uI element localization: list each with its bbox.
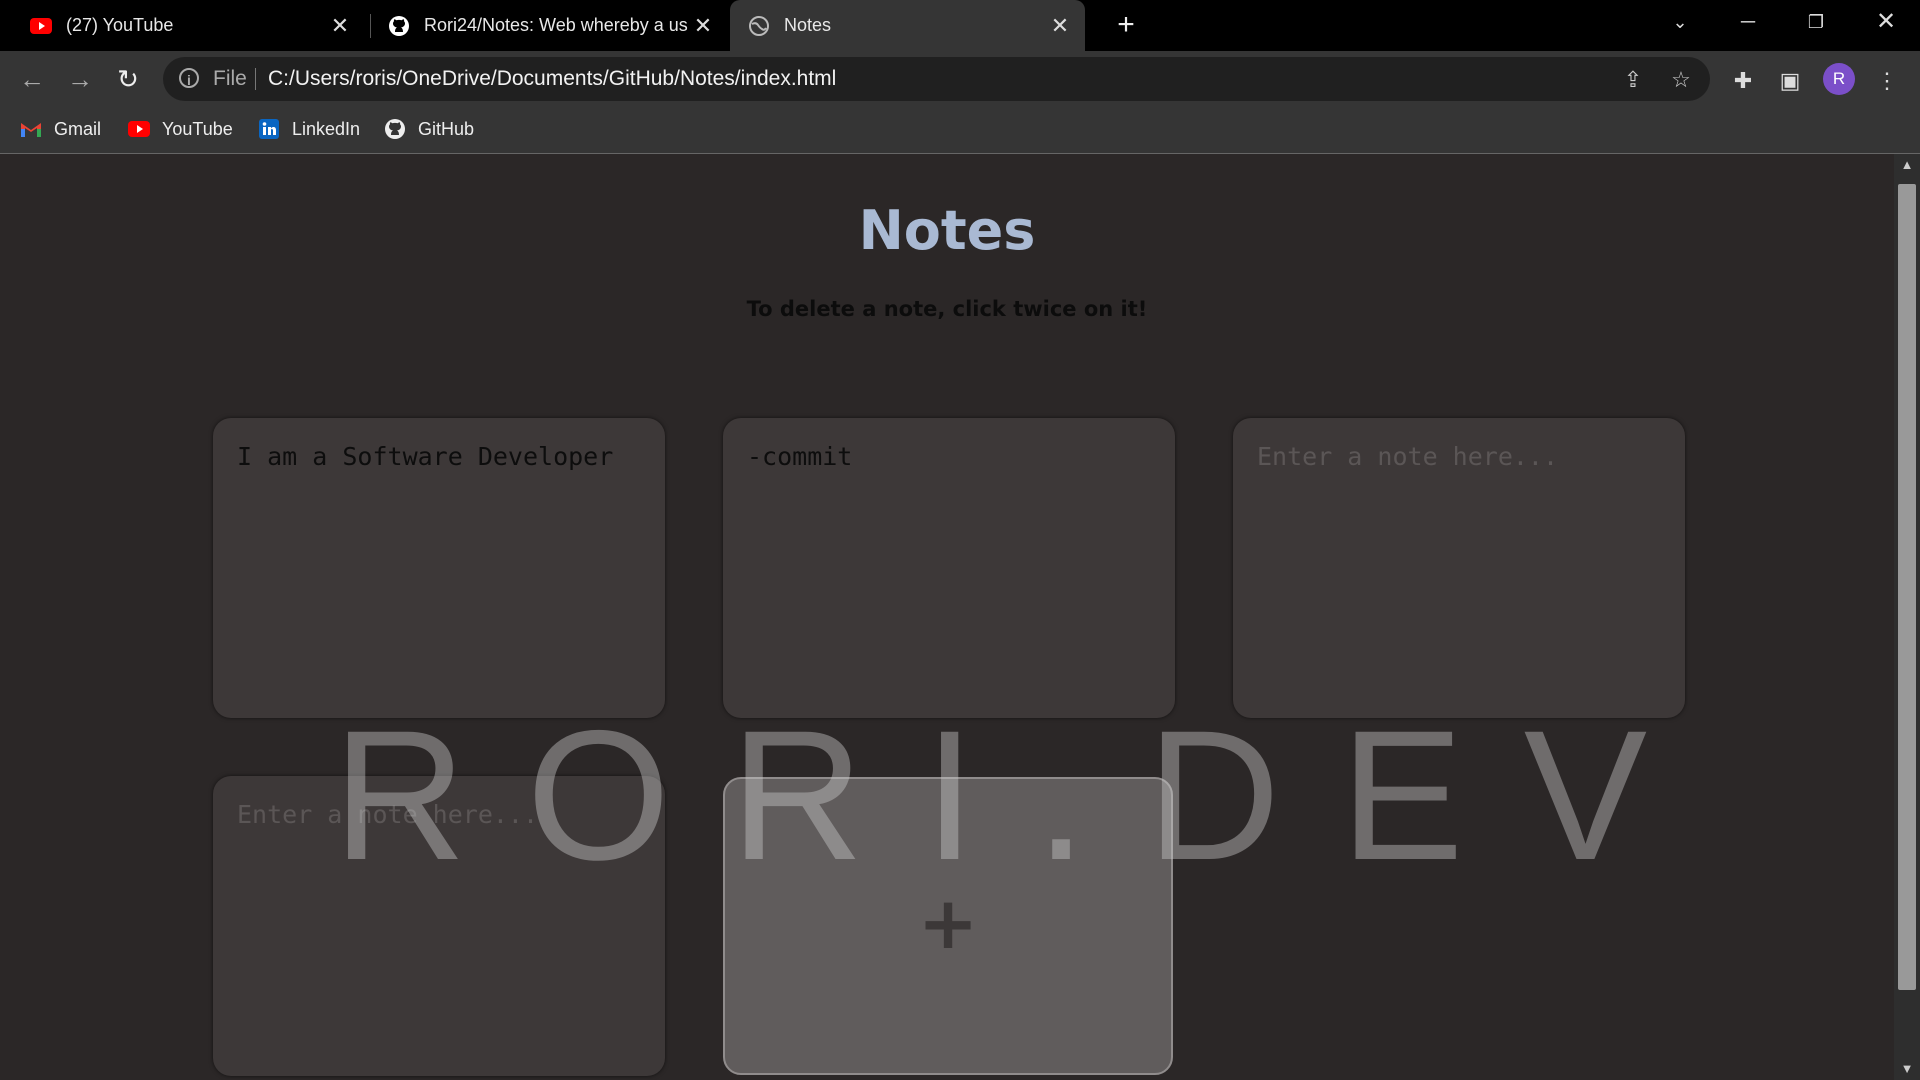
tab-separator xyxy=(370,14,371,38)
url-text[interactable]: C:/Users/roris/OneDrive/Documents/GitHub… xyxy=(268,57,836,101)
note-card[interactable]: Enter a note here... xyxy=(1233,418,1685,718)
star-icon[interactable]: ☆ xyxy=(1668,67,1694,93)
scrollbar-thumb[interactable] xyxy=(1898,184,1916,990)
side-panel-icon[interactable]: ▣ xyxy=(1773,64,1807,98)
browser-toolbar: ← → ↻ i File C:/Users/roris/OneDrive/Doc… xyxy=(0,51,1920,105)
youtube-icon xyxy=(128,118,150,140)
page-subtitle: To delete a note, click twice on it! xyxy=(746,297,1148,321)
github-icon xyxy=(384,118,406,140)
bookmark-label: YouTube xyxy=(162,118,233,139)
tab-title: Notes xyxy=(784,15,832,35)
new-tab-button[interactable]: + xyxy=(1108,8,1144,44)
page-viewport: Notes To delete a note, click twice on i… xyxy=(0,154,1894,1080)
share-icon[interactable]: ⇪ xyxy=(1620,67,1646,93)
close-tab-icon[interactable]: ✕ xyxy=(1045,13,1075,39)
gmail-icon xyxy=(20,118,42,140)
bookmarks-bar: Gmail YouTube LinkedIn GitHub xyxy=(0,105,1920,154)
reload-button[interactable]: ↻ xyxy=(110,61,146,97)
bookmark-youtube[interactable]: YouTube xyxy=(128,115,233,143)
bookmark-label: GitHub xyxy=(418,118,475,139)
avatar[interactable]: R xyxy=(1823,63,1855,95)
page-scrollbar[interactable]: ▲ ▼ xyxy=(1894,154,1920,1080)
scroll-up-icon[interactable]: ▲ xyxy=(1894,154,1920,176)
linkedin-icon xyxy=(258,118,280,140)
restore-button[interactable]: ❐ xyxy=(1786,0,1846,44)
tab-youtube[interactable]: (27) YouTube ✕ xyxy=(0,0,365,51)
bookmark-label: LinkedIn xyxy=(292,118,361,139)
extensions-icon[interactable]: ✚ xyxy=(1726,64,1760,98)
tab-title: Rori24/Notes: Web whereby a user can... xyxy=(424,15,688,35)
address-bar[interactable]: i File C:/Users/roris/OneDrive/Documents… xyxy=(163,57,1710,101)
bookmark-github[interactable]: GitHub xyxy=(384,115,474,143)
back-button[interactable]: ← xyxy=(14,61,50,97)
note-card[interactable]: -commit xyxy=(723,418,1175,718)
forward-button[interactable]: → xyxy=(62,61,98,97)
scroll-down-icon[interactable]: ▼ xyxy=(1894,1058,1920,1080)
minimize-button[interactable]: ─ xyxy=(1718,0,1778,44)
bookmark-linkedin[interactable]: LinkedIn xyxy=(258,115,360,143)
browser-window: (27) YouTube ✕ Rori24/Notes: Web whereby… xyxy=(0,0,1920,1080)
tab-title: (27) YouTube xyxy=(66,15,174,35)
note-card[interactable]: Enter a note here... xyxy=(213,776,665,1076)
github-icon xyxy=(388,15,410,37)
bookmark-label: Gmail xyxy=(54,118,102,139)
close-tab-icon[interactable]: ✕ xyxy=(688,13,718,39)
close-window-button[interactable]: ✕ xyxy=(1856,0,1916,44)
tab-strip: (27) YouTube ✕ Rori24/Notes: Web whereby… xyxy=(0,0,1920,51)
note-card[interactable]: I am a Software Developer xyxy=(213,418,665,718)
info-icon[interactable]: i xyxy=(179,68,199,88)
bookmark-gmail[interactable]: Gmail xyxy=(20,115,101,143)
page-title: Notes xyxy=(858,199,1036,262)
globe-icon xyxy=(748,15,770,37)
tab-search-icon[interactable]: ⌄ xyxy=(1650,0,1710,44)
plus-icon: + xyxy=(917,881,979,965)
close-tab-icon[interactable]: ✕ xyxy=(325,13,355,39)
add-note-button[interactable]: + xyxy=(723,777,1173,1075)
tab-notes[interactable]: Notes ✕ xyxy=(730,0,1085,51)
youtube-icon xyxy=(30,15,52,37)
scheme-label: File xyxy=(213,67,247,90)
menu-icon[interactable]: ⋮ xyxy=(1870,64,1904,98)
tab-github-notes[interactable]: Rori24/Notes: Web whereby a user can... … xyxy=(373,0,728,51)
omnibox-divider xyxy=(255,68,256,90)
